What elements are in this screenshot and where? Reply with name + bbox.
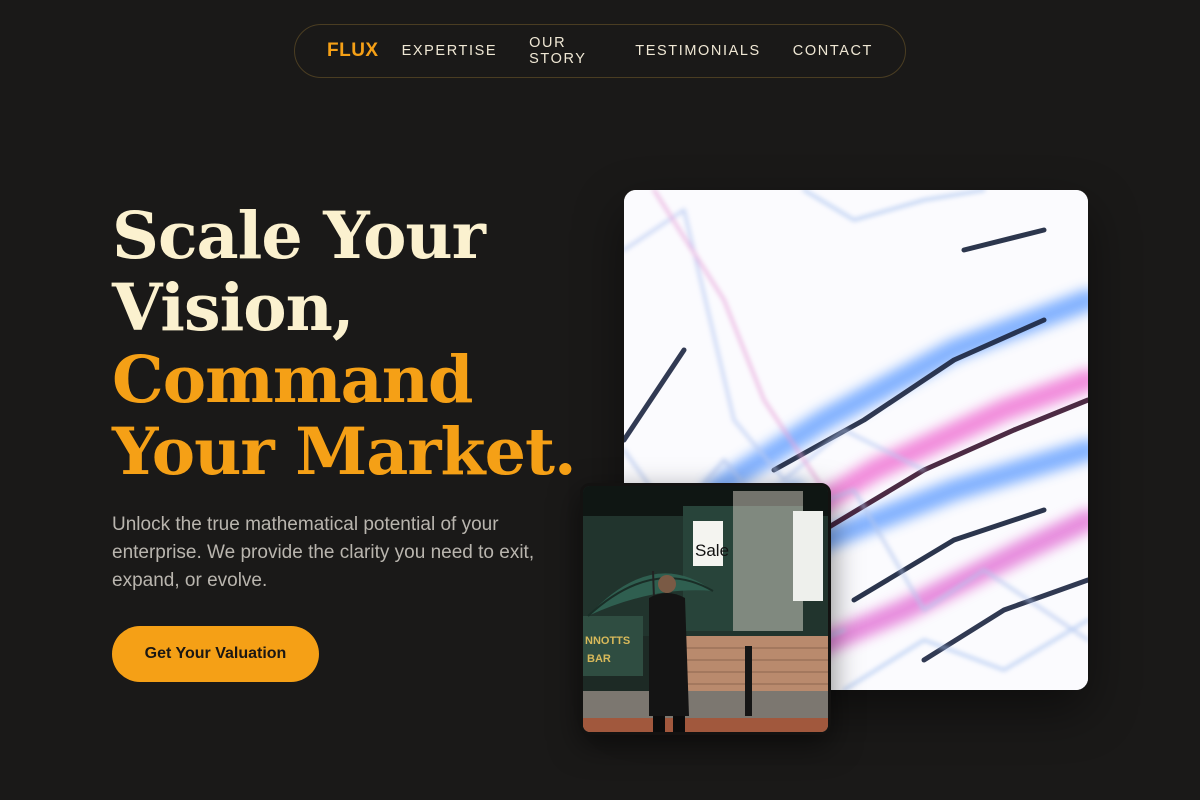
brand-logo[interactable]: FLUX [327, 40, 379, 62]
nav-link-our-story[interactable]: OUR STORY [529, 35, 603, 67]
street-photo-graphic: Sale NNOTTS BAR [583, 486, 828, 732]
svg-text:NNOTTS: NNOTTS [585, 635, 630, 647]
hero-headline-line1: Scale Your [112, 198, 486, 274]
svg-text:BAR: BAR [587, 653, 611, 665]
hero-description: Unlock the true mathematical potential o… [112, 514, 535, 591]
hero-headline-line2: Vision, [112, 270, 355, 346]
hero-headline-line3: Command [112, 342, 473, 418]
hero-headline: Scale Your Vision, Command Your Market. [112, 198, 577, 490]
street-photo: Sale NNOTTS BAR [580, 483, 831, 735]
top-navigation: FLUX EXPERTISE OUR STORY TESTIMONIALS CO… [294, 24, 906, 78]
nav-link-expertise[interactable]: EXPERTISE [402, 43, 498, 59]
nav-link-contact[interactable]: CONTACT [793, 43, 873, 59]
hero-headline-line4: Your Market. [112, 414, 577, 490]
get-valuation-button[interactable]: Get Your Valuation [112, 626, 319, 682]
nav-link-testimonials[interactable]: TESTIMONIALS [635, 43, 761, 59]
sale-sign-text: Sale [695, 541, 729, 560]
